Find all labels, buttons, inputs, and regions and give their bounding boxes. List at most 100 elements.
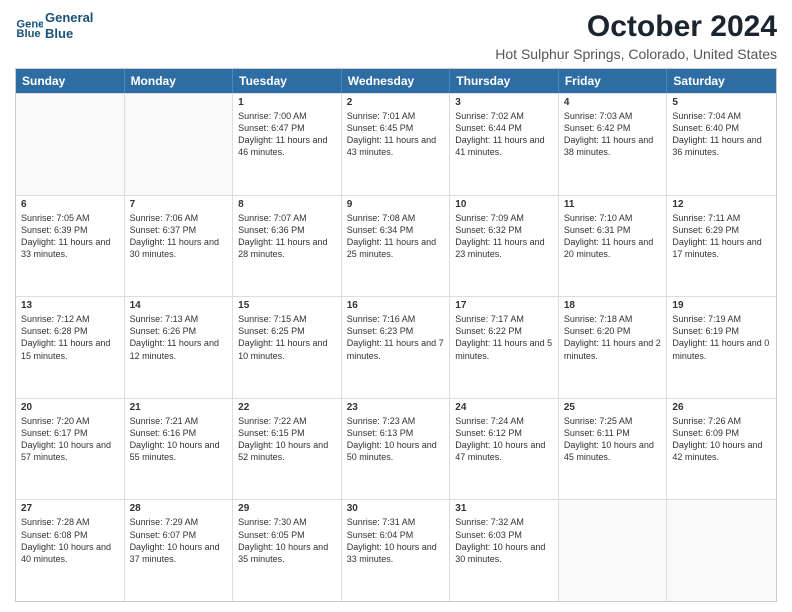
day-number: 12 <box>672 199 771 210</box>
calendar-cell-2-5: 10 Sunrise: 7:09 AM Sunset: 6:32 PM Dayli… <box>450 196 559 297</box>
weekday-header-monday: Monday <box>125 69 234 93</box>
cell-info: Sunrise: 7:05 AM Sunset: 6:39 PM Dayligh… <box>21 212 119 261</box>
day-number: 1 <box>238 97 336 108</box>
cell-info: Sunrise: 7:13 AM Sunset: 6:26 PM Dayligh… <box>130 313 228 362</box>
day-number: 13 <box>21 300 119 311</box>
calendar-cell-2-6: 11 Sunrise: 7:10 AM Sunset: 6:31 PM Dayli… <box>559 196 668 297</box>
day-number: 23 <box>347 402 445 413</box>
cell-info: Sunrise: 7:17 AM Sunset: 6:22 PM Dayligh… <box>455 313 553 362</box>
cell-info: Sunrise: 7:22 AM Sunset: 6:15 PM Dayligh… <box>238 415 336 464</box>
title-block: October 2024 Hot Sulphur Springs, Colora… <box>495 10 777 62</box>
calendar-cell-5-1: 27 Sunrise: 7:28 AM Sunset: 6:08 PM Dayli… <box>16 500 125 601</box>
calendar-cell-4-6: 25Sunrise: 7:25 AM Sunset: 6:11 PM Dayli… <box>559 399 668 500</box>
day-number: 8 <box>238 199 336 210</box>
cell-info: Sunrise: 7:15 AM Sunset: 6:25 PM Dayligh… <box>238 313 336 362</box>
cell-info: Sunrise: 7:24 AM Sunset: 6:12 PM Dayligh… <box>455 415 553 464</box>
day-number: 22 <box>238 402 336 413</box>
cell-info: Sunrise: 7:23 AM Sunset: 6:13 PM Dayligh… <box>347 415 445 464</box>
day-number: 15 <box>238 300 336 311</box>
calendar-cell-3-6: 18 Sunrise: 7:18 AM Sunset: 6:20 PM Dayli… <box>559 297 668 398</box>
calendar-row-5: 27 Sunrise: 7:28 AM Sunset: 6:08 PM Dayli… <box>16 499 776 601</box>
weekday-header-tuesday: Tuesday <box>233 69 342 93</box>
calendar-row-3: 13 Sunrise: 7:12 AM Sunset: 6:28 PM Dayli… <box>16 296 776 398</box>
day-number: 26 <box>672 402 771 413</box>
day-number: 14 <box>130 300 228 311</box>
page: General Blue General Blue October 2024 H… <box>0 0 792 612</box>
calendar-cell-2-1: 6Sunrise: 7:05 AM Sunset: 6:39 PM Daylig… <box>16 196 125 297</box>
day-number: 24 <box>455 402 553 413</box>
calendar-cell-2-4: 9Sunrise: 7:08 AM Sunset: 6:34 PM Daylig… <box>342 196 451 297</box>
weekday-header-thursday: Thursday <box>450 69 559 93</box>
calendar-cell-5-5: 31 Sunrise: 7:32 AM Sunset: 6:03 PM Dayli… <box>450 500 559 601</box>
cell-info: Sunrise: 7:02 AM Sunset: 6:44 PM Dayligh… <box>455 110 553 159</box>
calendar-row-4: 20 Sunrise: 7:20 AM Sunset: 6:17 PM Dayli… <box>16 398 776 500</box>
day-number: 4 <box>564 97 662 108</box>
cell-info: Sunrise: 7:07 AM Sunset: 6:36 PM Dayligh… <box>238 212 336 261</box>
cell-info: Sunrise: 7:20 AM Sunset: 6:17 PM Dayligh… <box>21 415 119 464</box>
day-number: 3 <box>455 97 553 108</box>
cell-info: Sunrise: 7:12 AM Sunset: 6:28 PM Dayligh… <box>21 313 119 362</box>
calendar-cell-4-7: 26 Sunrise: 7:26 AM Sunset: 6:09 PM Dayli… <box>667 399 776 500</box>
cell-info: Sunrise: 7:26 AM Sunset: 6:09 PM Dayligh… <box>672 415 771 464</box>
calendar-cell-5-7 <box>667 500 776 601</box>
day-number: 27 <box>21 503 119 514</box>
calendar-cell-2-7: 12 Sunrise: 7:11 AM Sunset: 6:29 PM Dayli… <box>667 196 776 297</box>
logo-icon: General Blue <box>15 12 43 40</box>
logo-line2: Blue <box>45 26 93 42</box>
cell-info: Sunrise: 7:00 AM Sunset: 6:47 PM Dayligh… <box>238 110 336 159</box>
calendar-cell-4-1: 20 Sunrise: 7:20 AM Sunset: 6:17 PM Dayli… <box>16 399 125 500</box>
calendar-cell-1-2 <box>125 94 234 195</box>
cell-info: Sunrise: 7:16 AM Sunset: 6:23 PM Dayligh… <box>347 313 445 362</box>
day-number: 10 <box>455 199 553 210</box>
day-number: 2 <box>347 97 445 108</box>
calendar-cell-1-1 <box>16 94 125 195</box>
calendar-cell-3-3: 15 Sunrise: 7:15 AM Sunset: 6:25 PM Dayli… <box>233 297 342 398</box>
day-number: 5 <box>672 97 771 108</box>
day-number: 11 <box>564 199 662 210</box>
cell-info: Sunrise: 7:21 AM Sunset: 6:16 PM Dayligh… <box>130 415 228 464</box>
calendar: SundayMondayTuesdayWednesdayThursdayFrid… <box>15 68 777 602</box>
location-title: Hot Sulphur Springs, Colorado, United St… <box>495 46 777 62</box>
logo: General Blue General Blue <box>15 10 93 41</box>
cell-info: Sunrise: 7:09 AM Sunset: 6:32 PM Dayligh… <box>455 212 553 261</box>
cell-info: Sunrise: 7:01 AM Sunset: 6:45 PM Dayligh… <box>347 110 445 159</box>
cell-info: Sunrise: 7:25 AM Sunset: 6:11 PM Dayligh… <box>564 415 662 464</box>
day-number: 9 <box>347 199 445 210</box>
calendar-cell-1-7: 5 Sunrise: 7:04 AM Sunset: 6:40 PM Daylig… <box>667 94 776 195</box>
calendar-cell-4-4: 23 Sunrise: 7:23 AM Sunset: 6:13 PM Dayli… <box>342 399 451 500</box>
cell-info: Sunrise: 7:18 AM Sunset: 6:20 PM Dayligh… <box>564 313 662 362</box>
day-number: 16 <box>347 300 445 311</box>
cell-info: Sunrise: 7:03 AM Sunset: 6:42 PM Dayligh… <box>564 110 662 159</box>
weekday-header-friday: Friday <box>559 69 668 93</box>
calendar-cell-1-6: 4 Sunrise: 7:03 AM Sunset: 6:42 PM Daylig… <box>559 94 668 195</box>
cell-info: Sunrise: 7:28 AM Sunset: 6:08 PM Dayligh… <box>21 516 119 565</box>
calendar-cell-3-4: 16 Sunrise: 7:16 AM Sunset: 6:23 PM Dayli… <box>342 297 451 398</box>
calendar-cell-5-4: 30 Sunrise: 7:31 AM Sunset: 6:04 PM Dayli… <box>342 500 451 601</box>
calendar-row-2: 6Sunrise: 7:05 AM Sunset: 6:39 PM Daylig… <box>16 195 776 297</box>
cell-info: Sunrise: 7:04 AM Sunset: 6:40 PM Dayligh… <box>672 110 771 159</box>
day-number: 30 <box>347 503 445 514</box>
calendar-cell-5-3: 29 Sunrise: 7:30 AM Sunset: 6:05 PM Dayli… <box>233 500 342 601</box>
day-number: 31 <box>455 503 553 514</box>
calendar-row-1: 1 Sunrise: 7:00 AM Sunset: 6:47 PM Daylig… <box>16 93 776 195</box>
day-number: 29 <box>238 503 336 514</box>
calendar-cell-3-5: 17Sunrise: 7:17 AM Sunset: 6:22 PM Dayli… <box>450 297 559 398</box>
calendar-cell-4-2: 21 Sunrise: 7:21 AM Sunset: 6:16 PM Dayli… <box>125 399 234 500</box>
day-number: 7 <box>130 199 228 210</box>
cell-info: Sunrise: 7:32 AM Sunset: 6:03 PM Dayligh… <box>455 516 553 565</box>
calendar-cell-4-5: 24 Sunrise: 7:24 AM Sunset: 6:12 PM Dayli… <box>450 399 559 500</box>
cell-info: Sunrise: 7:31 AM Sunset: 6:04 PM Dayligh… <box>347 516 445 565</box>
header: General Blue General Blue October 2024 H… <box>15 10 777 62</box>
calendar-cell-3-2: 14 Sunrise: 7:13 AM Sunset: 6:26 PM Dayli… <box>125 297 234 398</box>
day-number: 20 <box>21 402 119 413</box>
weekday-header-wednesday: Wednesday <box>342 69 451 93</box>
day-number: 18 <box>564 300 662 311</box>
day-number: 28 <box>130 503 228 514</box>
day-number: 21 <box>130 402 228 413</box>
weekday-header-sunday: Sunday <box>16 69 125 93</box>
cell-info: Sunrise: 7:29 AM Sunset: 6:07 PM Dayligh… <box>130 516 228 565</box>
cell-info: Sunrise: 7:11 AM Sunset: 6:29 PM Dayligh… <box>672 212 771 261</box>
cell-info: Sunrise: 7:30 AM Sunset: 6:05 PM Dayligh… <box>238 516 336 565</box>
cell-info: Sunrise: 7:10 AM Sunset: 6:31 PM Dayligh… <box>564 212 662 261</box>
calendar-cell-1-5: 3 Sunrise: 7:02 AM Sunset: 6:44 PM Daylig… <box>450 94 559 195</box>
